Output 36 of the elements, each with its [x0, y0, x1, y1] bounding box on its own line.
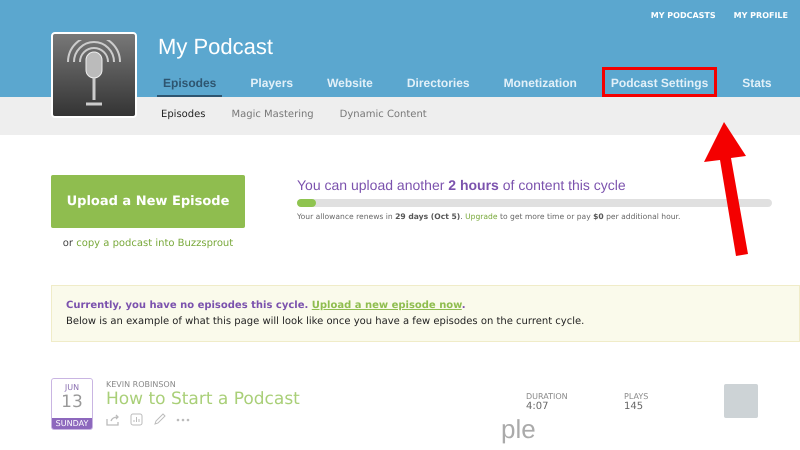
top-nav-link[interactable]: MY PROFILE	[734, 11, 788, 20]
date-day: 13	[61, 392, 83, 412]
podcast-title: My Podcast	[158, 33, 274, 61]
nav-tab[interactable]: Episodes	[154, 67, 226, 97]
date-weekday: SUNDAY	[52, 418, 92, 429]
notice-lead: Currently, you have no episodes this cycle.	[66, 300, 308, 311]
episode-author: KEVIN ROBINSON	[106, 380, 177, 389]
photo-placeholder	[724, 384, 758, 418]
nav-tab[interactable]: Monetization	[494, 67, 586, 97]
more-icon[interactable]	[176, 418, 190, 422]
nav-tab[interactable]: Players	[241, 67, 302, 97]
plays-label: PLAYS	[624, 392, 650, 401]
subnav-tab[interactable]: Episodes	[161, 109, 206, 120]
notice-period: .	[462, 300, 466, 311]
duration-label: DURATION	[526, 392, 569, 401]
episode-title[interactable]: How to Start a Podcast	[106, 389, 526, 409]
nav-tab[interactable]: Directories	[398, 67, 479, 97]
allowance-headline: You can upload another 2 hours of content this cycle	[297, 177, 627, 193]
nav-tab[interactable]: Stats	[733, 67, 781, 97]
nav-tab[interactable]: Website	[318, 67, 382, 97]
duration-value: 4:07	[526, 401, 550, 412]
date-month: JUN	[64, 383, 80, 392]
or-label: or	[62, 238, 74, 249]
upload-episode-button[interactable]: Upload a New Episode	[51, 175, 245, 228]
upload-now-link[interactable]: Upload a new episode now	[312, 300, 462, 311]
share-icon[interactable]	[106, 414, 120, 426]
notice-text: Below is an example of what this page will look like once you have a few episodes on the current cycle.	[66, 316, 586, 327]
copy-podcast-link[interactable]: copy a podcast into Buzzsprout	[76, 238, 234, 249]
pencil-icon[interactable]	[153, 413, 166, 426]
example-stamp-text: ple	[501, 416, 536, 442]
subnav-tab[interactable]: Dynamic Content	[340, 109, 427, 120]
nav-tab[interactable]: Podcast Settings	[602, 67, 718, 97]
top-nav-link[interactable]: MY PODCASTS	[650, 11, 716, 20]
plays-value: 145	[624, 401, 644, 412]
subnav-tab[interactable]: Magic Mastering	[231, 109, 314, 120]
chart-icon[interactable]	[130, 413, 143, 426]
